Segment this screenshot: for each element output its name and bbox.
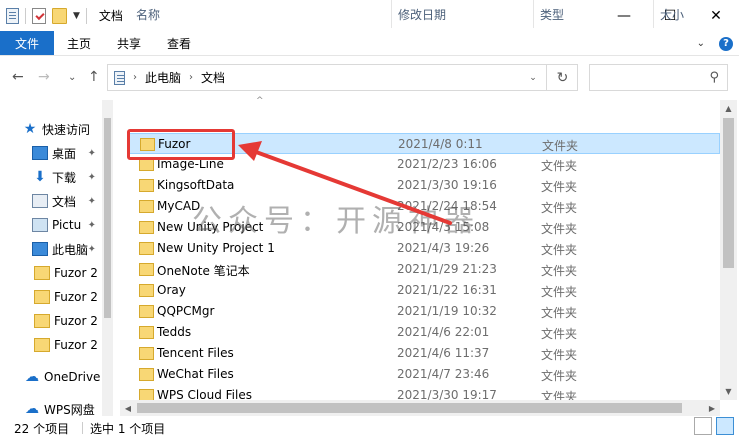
file-name: OneNote 笔记本: [157, 264, 250, 278]
vertical-scrollbar-thumb[interactable]: [723, 118, 734, 268]
file-name: WPS Cloud Files: [157, 388, 252, 400]
sidebar-item-wps-cloud[interactable]: ☁ WPS网盘: [24, 398, 102, 416]
table-row[interactable]: Oray 2021/1/22 16:31 文件夹: [127, 280, 720, 301]
status-divider: [82, 422, 83, 434]
folder-icon: [139, 368, 154, 381]
file-date-modified: 2021/4/3 19:26: [397, 241, 490, 255]
scroll-up-arrow-icon[interactable]: ▲: [720, 100, 737, 117]
horizontal-scrollbar-thumb[interactable]: [137, 403, 682, 413]
folder-icon: [139, 326, 154, 339]
table-row[interactable]: OneNote 笔记本 2021/1/29 21:23 文件夹: [127, 259, 720, 280]
file-type: 文件夹: [541, 180, 578, 194]
file-date-modified: 2021/4/6 11:37: [397, 346, 490, 360]
table-row[interactable]: QQPCMgr 2021/1/19 10:32 文件夹: [127, 301, 720, 322]
wps-cloud-icon: ☁: [25, 401, 39, 416]
file-type: 文件夹: [541, 243, 578, 257]
file-type: 文件夹: [541, 327, 578, 341]
status-bar: 22 个项目 选中 1 个项目: [0, 416, 739, 440]
file-name: QQPCMgr: [157, 304, 215, 318]
file-name: KingsoftData: [157, 178, 235, 192]
file-type: 文件夹: [541, 369, 578, 383]
file-date-modified: 2021/3/30 19:17: [397, 388, 497, 400]
annotation-highlight-box: [127, 129, 235, 160]
file-type: 文件夹: [542, 139, 579, 153]
file-type: 文件夹: [541, 348, 578, 362]
table-row[interactable]: Tedds 2021/4/6 22:01 文件夹: [127, 322, 720, 343]
selection-count: 选中 1 个项目: [90, 421, 166, 436]
folder-icon: [139, 284, 154, 297]
annotation-arrow-icon: [238, 141, 452, 225]
file-type: 文件夹: [541, 285, 578, 299]
folder-icon: [139, 389, 154, 400]
file-date-modified: 2021/4/6 22:01: [397, 325, 490, 339]
scroll-right-arrow-icon[interactable]: ▶: [704, 400, 720, 416]
file-name: Tedds: [157, 325, 192, 339]
file-type: 文件夹: [541, 159, 578, 173]
table-row[interactable]: New Unity Project 1 2021/4/3 19:26 文件夹: [127, 238, 720, 259]
details-view-button[interactable]: [694, 417, 712, 435]
file-type: 文件夹: [541, 222, 578, 236]
file-name: Oray: [157, 283, 186, 297]
table-row[interactable]: Tencent Files 2021/4/6 11:37 文件夹: [127, 343, 720, 364]
file-type: 文件夹: [541, 264, 578, 278]
file-name: Tencent Files: [157, 346, 234, 360]
folder-icon: [139, 305, 154, 318]
file-type: 文件夹: [541, 306, 578, 320]
sidebar-item-label: WPS网盘: [44, 402, 95, 417]
folder-icon: [139, 200, 154, 213]
file-name: WeChat Files: [157, 367, 234, 381]
folder-icon: [139, 263, 154, 276]
file-date-modified: 2021/4/7 23:46: [397, 367, 490, 381]
large-icons-view-button[interactable]: [716, 417, 734, 435]
file-date-modified: 2021/1/29 21:23: [397, 262, 497, 276]
folder-icon: [139, 347, 154, 360]
scroll-down-arrow-icon[interactable]: ▼: [720, 383, 737, 400]
file-date-modified: 2021/1/22 16:31: [397, 283, 497, 297]
folder-icon: [139, 221, 154, 234]
scroll-left-arrow-icon[interactable]: ◀: [120, 400, 136, 416]
folder-icon: [139, 179, 154, 192]
file-date-modified: 2021/1/19 10:32: [397, 304, 497, 318]
folder-icon: [139, 242, 154, 255]
item-count: 22 个项目: [14, 421, 70, 436]
table-row[interactable]: WeChat Files 2021/4/7 23:46 文件夹: [127, 364, 720, 385]
file-name: New Unity Project 1: [157, 241, 275, 255]
table-row[interactable]: WPS Cloud Files 2021/3/30 19:17 文件夹: [127, 385, 720, 400]
file-type: 文件夹: [541, 390, 578, 400]
file-type: 文件夹: [541, 201, 578, 215]
